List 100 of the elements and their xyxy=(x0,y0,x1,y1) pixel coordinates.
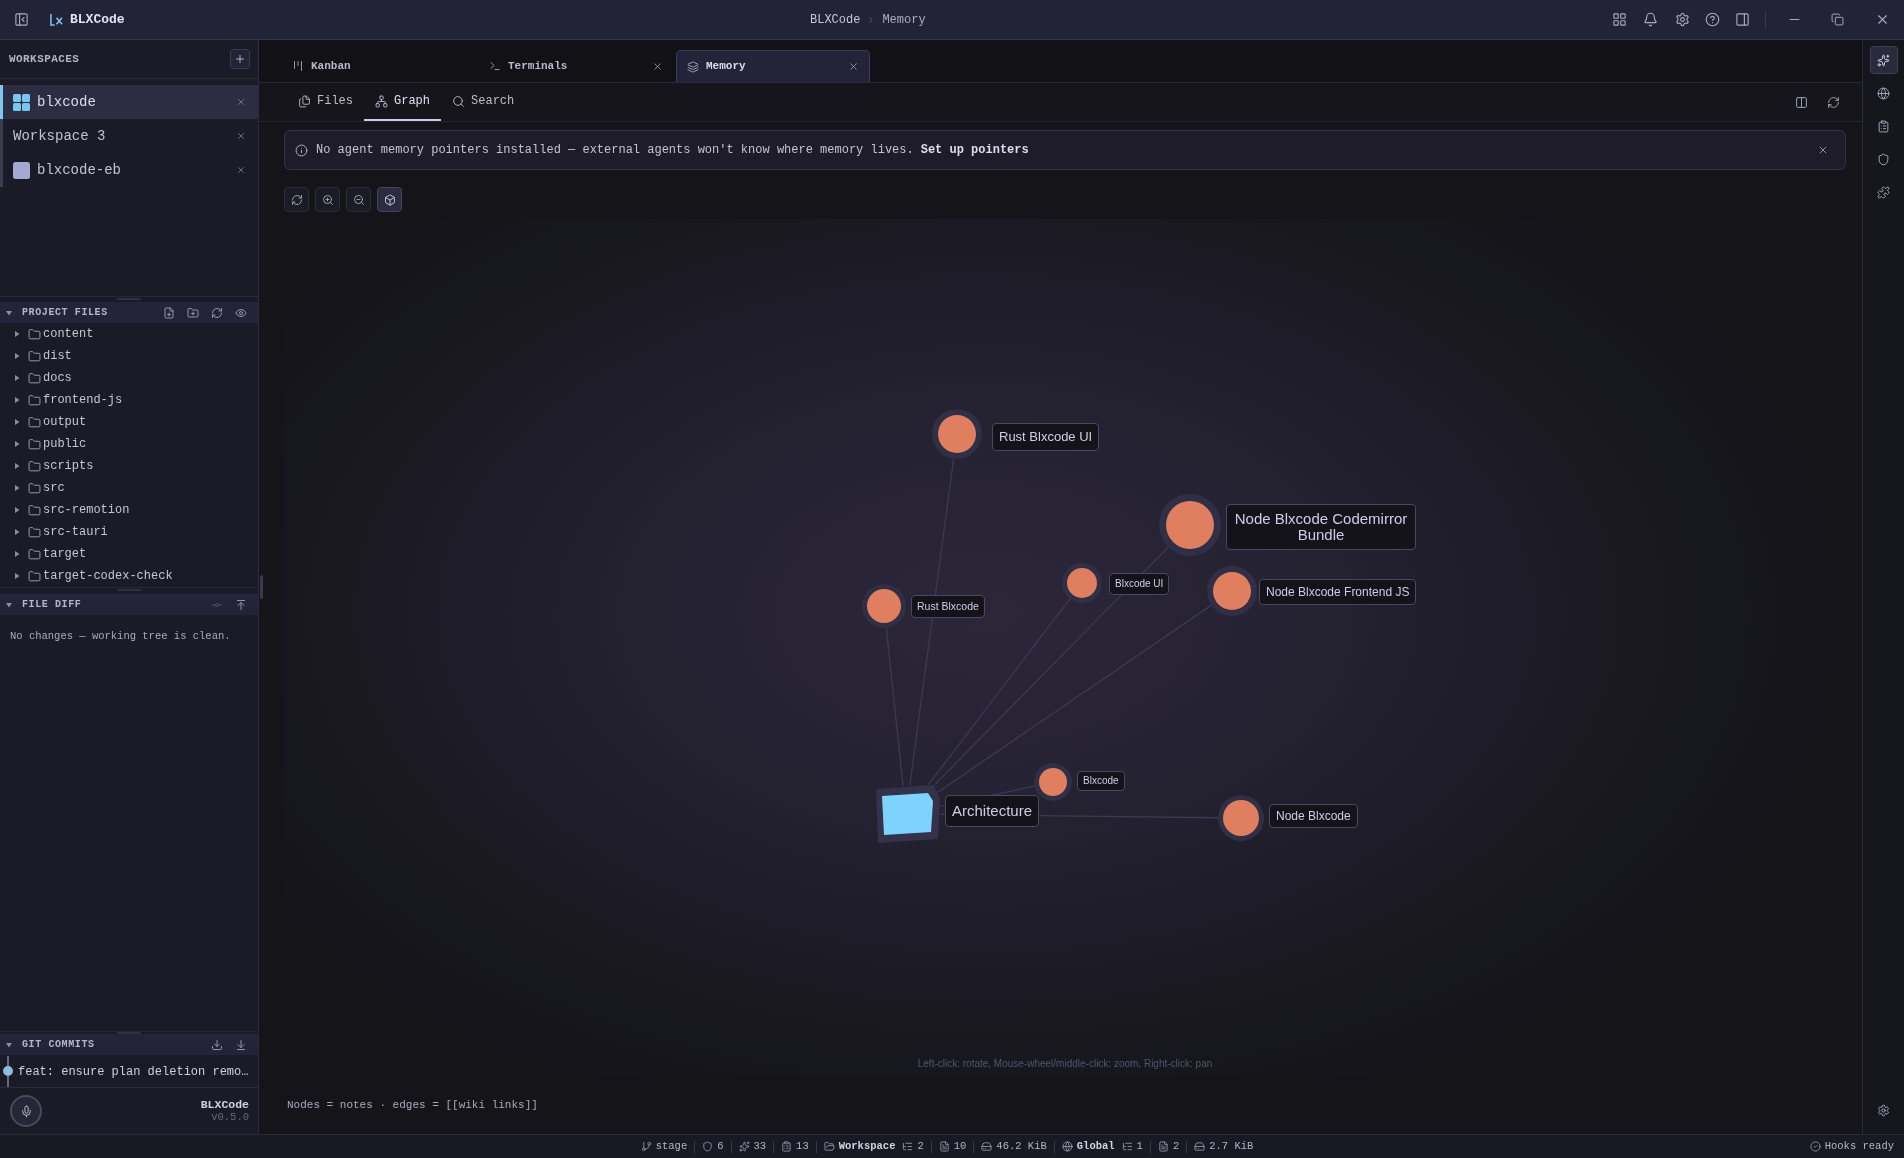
tree-item[interactable]: frontend-js xyxy=(0,389,258,411)
setup-link[interactable]: Set up pointers xyxy=(920,141,1029,159)
caret-icon[interactable] xyxy=(14,331,20,337)
3d-view-button[interactable] xyxy=(377,187,402,212)
caret-icon[interactable] xyxy=(6,601,12,608)
new-folder-icon[interactable] xyxy=(187,306,199,319)
caret-icon[interactable] xyxy=(14,573,20,579)
sidebar-toggle-icon[interactable] xyxy=(14,12,29,27)
graph-node[interactable] xyxy=(1159,494,1221,556)
commit-item[interactable]: feat: ensure plan deletion remo… xyxy=(0,1056,258,1087)
assistant-button[interactable] xyxy=(1869,46,1898,74)
bell-icon[interactable] xyxy=(1643,12,1658,27)
graph-node[interactable] xyxy=(1062,563,1102,603)
graph-node[interactable] xyxy=(862,584,906,628)
panel-title: PROJECT FILES xyxy=(22,306,108,320)
close-icon[interactable] xyxy=(1875,12,1890,27)
tree-item[interactable]: public xyxy=(0,433,258,455)
close-icon[interactable] xyxy=(652,60,663,72)
right-panel-icon[interactable] xyxy=(1735,12,1750,27)
check-circle-icon xyxy=(1809,1141,1821,1152)
folder-icon xyxy=(28,459,41,473)
graph-node[interactable] xyxy=(1207,566,1257,616)
refresh-icon[interactable] xyxy=(1827,95,1840,109)
upload-icon[interactable] xyxy=(235,598,247,611)
caret-icon[interactable] xyxy=(14,441,20,447)
caret-icon[interactable] xyxy=(14,353,20,359)
close-icon[interactable] xyxy=(236,131,246,141)
caret-icon[interactable] xyxy=(14,507,20,513)
globe-icon xyxy=(1061,1141,1073,1152)
tree-item[interactable]: scripts xyxy=(0,455,258,477)
close-icon[interactable] xyxy=(236,165,246,175)
folder-icon xyxy=(28,481,41,495)
status-text: 10 xyxy=(953,1138,967,1154)
close-icon[interactable] xyxy=(1817,144,1829,156)
graph-node[interactable] xyxy=(876,785,940,843)
caret-icon[interactable] xyxy=(14,485,20,491)
tree-item[interactable]: target-codex-check xyxy=(0,565,258,587)
folder-icon xyxy=(28,547,41,561)
tree-item[interactable]: src-tauri xyxy=(0,521,258,543)
graph-node[interactable] xyxy=(1034,763,1072,801)
node-label: Node Blxcode Codemirror Bundle xyxy=(1226,504,1416,550)
zoom-out-button[interactable] xyxy=(346,187,371,212)
caret-icon[interactable] xyxy=(6,1041,12,1048)
clipboard-icon xyxy=(1877,119,1890,133)
node-label: Node Blxcode xyxy=(1269,804,1358,828)
resize-handle[interactable] xyxy=(260,575,263,599)
close-icon[interactable] xyxy=(236,97,246,107)
caret-icon[interactable] xyxy=(14,529,20,535)
view-tab[interactable]: Search xyxy=(441,83,526,121)
help-icon[interactable] xyxy=(1705,12,1720,27)
new-file-icon[interactable] xyxy=(163,306,175,319)
breadcrumb-item[interactable]: BLXCode xyxy=(810,10,861,29)
graph-node[interactable] xyxy=(932,409,982,459)
view-tab[interactable]: Graph xyxy=(364,83,442,121)
tree-icon xyxy=(1121,1141,1133,1152)
tree-item[interactable]: src xyxy=(0,477,258,499)
tab[interactable]: Terminals xyxy=(479,50,673,82)
split-view-icon[interactable] xyxy=(1795,95,1808,109)
shield-icon xyxy=(702,1141,714,1152)
legend-text: Nodes = notes · edges = [[wiki links]] xyxy=(287,1097,538,1113)
caret-icon[interactable] xyxy=(14,419,20,425)
refresh-icon[interactable] xyxy=(211,306,223,319)
layout-grid-icon[interactable] xyxy=(1612,12,1627,27)
caret-icon[interactable] xyxy=(14,375,20,381)
settings-icon[interactable] xyxy=(1877,1104,1890,1117)
tree-item[interactable]: output xyxy=(0,411,258,433)
tab[interactable]: Memory xyxy=(676,50,870,82)
refresh-button[interactable] xyxy=(284,187,309,212)
file-icon xyxy=(938,1141,950,1152)
add-workspace-button[interactable] xyxy=(230,49,250,69)
tree-item[interactable]: docs xyxy=(0,367,258,389)
download-icon[interactable] xyxy=(211,1038,223,1051)
graph-node[interactable] xyxy=(1218,795,1264,841)
download-icon[interactable] xyxy=(235,1038,247,1051)
workspace-item[interactable]: blxcode xyxy=(0,85,258,119)
branch-icon xyxy=(640,1141,652,1152)
zoom-in-button[interactable] xyxy=(315,187,340,212)
panel-title: GIT COMMITS xyxy=(22,1038,95,1052)
close-icon[interactable] xyxy=(848,61,859,72)
tree-item[interactable]: dist xyxy=(0,345,258,367)
microphone-button[interactable] xyxy=(10,1095,42,1127)
restore-icon[interactable] xyxy=(1831,13,1844,26)
caret-icon[interactable] xyxy=(14,463,20,469)
node-label: Architecture xyxy=(945,795,1040,827)
drive-icon xyxy=(981,1141,993,1152)
tab[interactable]: Kanban xyxy=(282,50,476,82)
hooks-status-text: Hooks ready xyxy=(1824,1138,1894,1154)
caret-icon[interactable] xyxy=(14,397,20,403)
tree-item[interactable]: src-remotion xyxy=(0,499,258,521)
eye-icon[interactable] xyxy=(235,306,247,319)
settings-icon[interactable] xyxy=(1675,12,1690,27)
caret-icon[interactable] xyxy=(14,551,20,557)
tree-item[interactable]: target xyxy=(0,543,258,565)
caret-icon[interactable] xyxy=(6,309,12,316)
folder-icon xyxy=(28,393,41,407)
view-tab[interactable]: Files xyxy=(287,83,364,121)
folder-icon xyxy=(28,503,41,517)
version-text: v0.5.0 xyxy=(211,1111,249,1124)
tree-item[interactable]: content xyxy=(0,323,258,345)
graph-icon xyxy=(375,94,388,108)
